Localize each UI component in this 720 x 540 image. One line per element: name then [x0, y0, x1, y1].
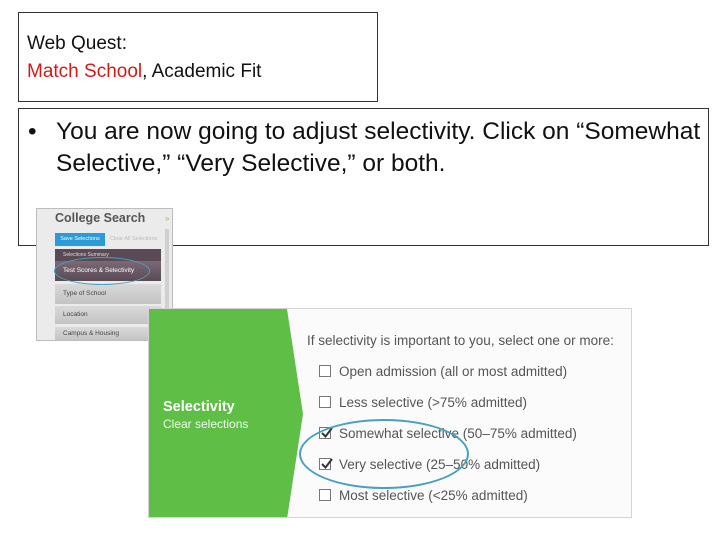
title-box — [18, 12, 378, 102]
option-less-selective[interactable]: Less selective (>75% admitted) — [319, 393, 527, 411]
bullet-dot: • — [28, 118, 37, 145]
option-label: Most selective (<25% admitted) — [339, 487, 528, 503]
save-selections-button[interactable]: Save Selections — [55, 233, 105, 246]
nav-item-campus-housing[interactable]: Campus & Housing — [55, 327, 161, 340]
checkbox-open-admission[interactable] — [319, 365, 331, 377]
selectivity-panel: Selectivity Clear selections If selectiv… — [148, 308, 632, 518]
nav-item-location[interactable]: Location — [55, 306, 161, 324]
title-line-1: Web Quest: — [27, 33, 127, 54]
option-label: Open admission (all or most admitted) — [339, 363, 568, 379]
selectivity-label: Selectivity — [163, 399, 235, 415]
highlight-ring-large — [299, 419, 469, 489]
college-search-title: College Search — [55, 211, 146, 225]
nav-item-type-of-school[interactable]: Type of School — [55, 284, 161, 304]
instruction-text: • You are now going to adjust selectivit… — [28, 116, 716, 180]
title-rest-text: , Academic Fit — [142, 61, 262, 82]
expand-icon[interactable]: » — [165, 214, 170, 223]
title-line-2: Match School, Academic Fit — [27, 61, 261, 83]
clear-all-selections-link[interactable]: Clear All Selections — [110, 233, 157, 246]
option-most-selective[interactable]: Most selective (<25% admitted) — [319, 486, 528, 504]
clear-selections-link[interactable]: Clear selections — [163, 417, 248, 431]
option-open-admission[interactable]: Open admission (all or most admitted) — [319, 362, 567, 380]
option-label: Less selective (>75% admitted) — [339, 394, 527, 410]
title-red-text: Match School — [27, 61, 143, 82]
checkbox-most-selective[interactable] — [319, 489, 331, 501]
selectivity-prompt: If selectivity is important to you, sele… — [307, 333, 614, 348]
instruction-body: You are now going to adjust selectivity.… — [56, 118, 701, 177]
highlight-ring-small — [54, 257, 150, 285]
checkbox-less-selective[interactable] — [319, 396, 331, 408]
